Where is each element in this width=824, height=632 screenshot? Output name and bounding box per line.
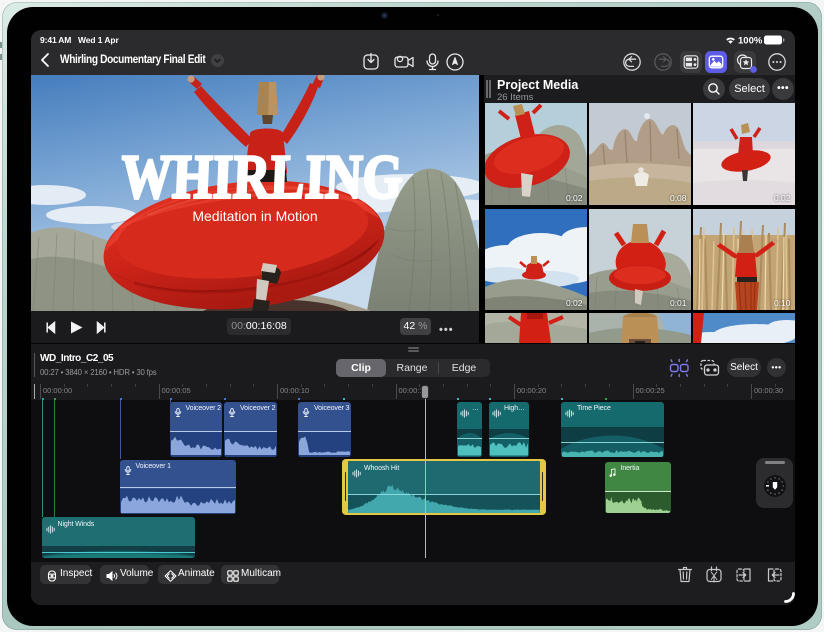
svg-text:100%: 100% <box>738 36 763 47</box>
